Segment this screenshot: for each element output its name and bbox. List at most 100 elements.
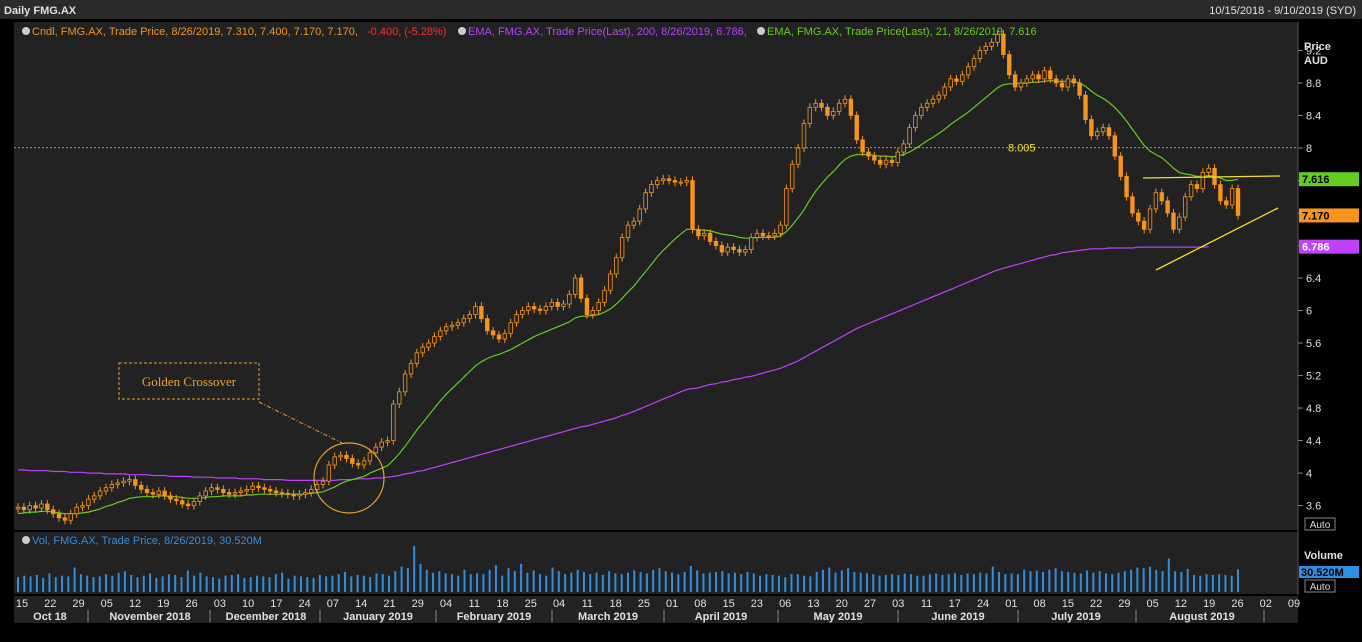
candle-body[interactable] bbox=[502, 332, 508, 340]
candle-body[interactable] bbox=[660, 178, 666, 181]
volume-bar[interactable] bbox=[142, 575, 145, 592]
candle-body[interactable] bbox=[438, 330, 443, 337]
candle-body[interactable] bbox=[449, 324, 455, 328]
candle-body[interactable] bbox=[696, 228, 701, 237]
candle-body[interactable] bbox=[590, 310, 596, 316]
volume-bar[interactable] bbox=[61, 575, 64, 592]
volume-bar[interactable] bbox=[1186, 568, 1189, 592]
volume-bar[interactable] bbox=[928, 574, 931, 592]
candle-body[interactable] bbox=[1112, 135, 1118, 157]
volume-bar[interactable] bbox=[564, 574, 567, 592]
volume-bar[interactable] bbox=[1148, 566, 1151, 592]
candle-body[interactable] bbox=[913, 115, 918, 129]
candle-body[interactable] bbox=[197, 495, 203, 502]
candle-body[interactable] bbox=[1159, 192, 1164, 202]
volume-bar[interactable] bbox=[54, 577, 57, 592]
candle-body[interactable] bbox=[725, 246, 730, 253]
candle-body[interactable] bbox=[831, 111, 836, 116]
candle-body[interactable] bbox=[801, 123, 807, 149]
volume-bar[interactable] bbox=[891, 574, 894, 592]
volume-bar[interactable] bbox=[671, 572, 674, 592]
volume-bar[interactable] bbox=[589, 574, 592, 592]
candle-body[interactable] bbox=[526, 306, 531, 311]
candle-body[interactable] bbox=[162, 490, 167, 497]
volume-bar[interactable] bbox=[1111, 574, 1114, 592]
candle-body[interactable] bbox=[537, 308, 543, 311]
candle-body[interactable] bbox=[244, 488, 249, 492]
volume-bar[interactable] bbox=[79, 574, 82, 592]
candle-body[interactable] bbox=[215, 487, 220, 490]
candle-body[interactable] bbox=[825, 106, 830, 116]
candle-body[interactable] bbox=[45, 503, 50, 511]
volume-bar[interactable] bbox=[721, 571, 724, 592]
candle-body[interactable] bbox=[256, 485, 261, 489]
candle-body[interactable] bbox=[297, 493, 302, 497]
volume-bar[interactable] bbox=[381, 574, 384, 592]
candle-body[interactable] bbox=[889, 159, 895, 164]
volume-bar[interactable] bbox=[809, 576, 812, 592]
volume-bar[interactable] bbox=[570, 572, 573, 592]
candle-body[interactable] bbox=[268, 488, 273, 492]
candle-body[interactable] bbox=[273, 490, 279, 494]
candle-body[interactable] bbox=[948, 78, 953, 88]
volume-bar[interactable] bbox=[469, 574, 472, 592]
volume-bar[interactable] bbox=[1104, 573, 1107, 592]
volume-bar[interactable] bbox=[174, 574, 177, 592]
candle-body[interactable] bbox=[467, 314, 472, 320]
volume-bar[interactable] bbox=[696, 570, 699, 592]
volume-bar[interactable] bbox=[1067, 571, 1070, 592]
candle-body[interactable] bbox=[649, 184, 654, 194]
volume-bar[interactable] bbox=[777, 575, 780, 592]
candle-body[interactable] bbox=[719, 245, 725, 253]
candle-body[interactable] bbox=[743, 249, 748, 253]
volume-bar[interactable] bbox=[652, 569, 655, 592]
volume-bar[interactable] bbox=[1161, 571, 1164, 592]
volume-bar[interactable] bbox=[752, 573, 755, 592]
candle-body[interactable] bbox=[385, 440, 390, 443]
candle-body[interactable] bbox=[490, 330, 496, 336]
candle-body[interactable] bbox=[320, 480, 326, 485]
volume-bar[interactable] bbox=[909, 574, 912, 592]
candle-body[interactable] bbox=[713, 241, 719, 246]
candle-body[interactable] bbox=[702, 232, 707, 237]
candle-body[interactable] bbox=[848, 98, 854, 116]
candle-body[interactable] bbox=[150, 492, 156, 495]
candle-body[interactable] bbox=[1206, 167, 1211, 173]
candle-body[interactable] bbox=[754, 232, 760, 238]
candle-body[interactable] bbox=[766, 235, 771, 238]
candle-body[interactable] bbox=[1024, 78, 1030, 84]
candle-body[interactable] bbox=[226, 492, 232, 495]
candle-body[interactable] bbox=[790, 163, 795, 190]
candle-body[interactable] bbox=[1147, 208, 1153, 230]
candle-body[interactable] bbox=[549, 302, 554, 307]
volume-bar[interactable] bbox=[1224, 574, 1227, 592]
candle-body[interactable] bbox=[1235, 188, 1241, 216]
candle-body[interactable] bbox=[209, 487, 214, 492]
volume-bar[interactable] bbox=[155, 577, 158, 592]
volume-bar[interactable] bbox=[193, 575, 196, 592]
candle-body[interactable] bbox=[168, 495, 173, 500]
candle-body[interactable] bbox=[191, 501, 197, 507]
candle-body[interactable] bbox=[15, 506, 21, 510]
candle-body[interactable] bbox=[485, 318, 490, 332]
price-panel[interactable] bbox=[14, 22, 1298, 530]
candle-body[interactable] bbox=[567, 293, 572, 305]
volume-bar[interactable] bbox=[966, 573, 969, 592]
volume-bar[interactable] bbox=[1211, 574, 1214, 592]
candle-body[interactable] bbox=[127, 479, 132, 482]
volume-bar[interactable] bbox=[432, 572, 435, 592]
volume-bar[interactable] bbox=[406, 568, 409, 592]
volume-bar[interactable] bbox=[1042, 571, 1045, 592]
volume-bar[interactable] bbox=[180, 577, 183, 592]
volume-bar[interactable] bbox=[834, 572, 837, 592]
volume-bar[interactable] bbox=[438, 571, 441, 592]
candle-body[interactable] bbox=[144, 488, 150, 494]
volume-bar[interactable] bbox=[1218, 574, 1221, 592]
candle-body[interactable] bbox=[555, 302, 560, 307]
volume-bar[interactable] bbox=[186, 570, 189, 592]
candle-body[interactable] bbox=[707, 232, 713, 242]
candle-body[interactable] bbox=[1036, 74, 1041, 80]
volume-bar[interactable] bbox=[362, 575, 365, 592]
candle-body[interactable] bbox=[221, 488, 226, 494]
volume-bar[interactable] bbox=[633, 570, 636, 592]
